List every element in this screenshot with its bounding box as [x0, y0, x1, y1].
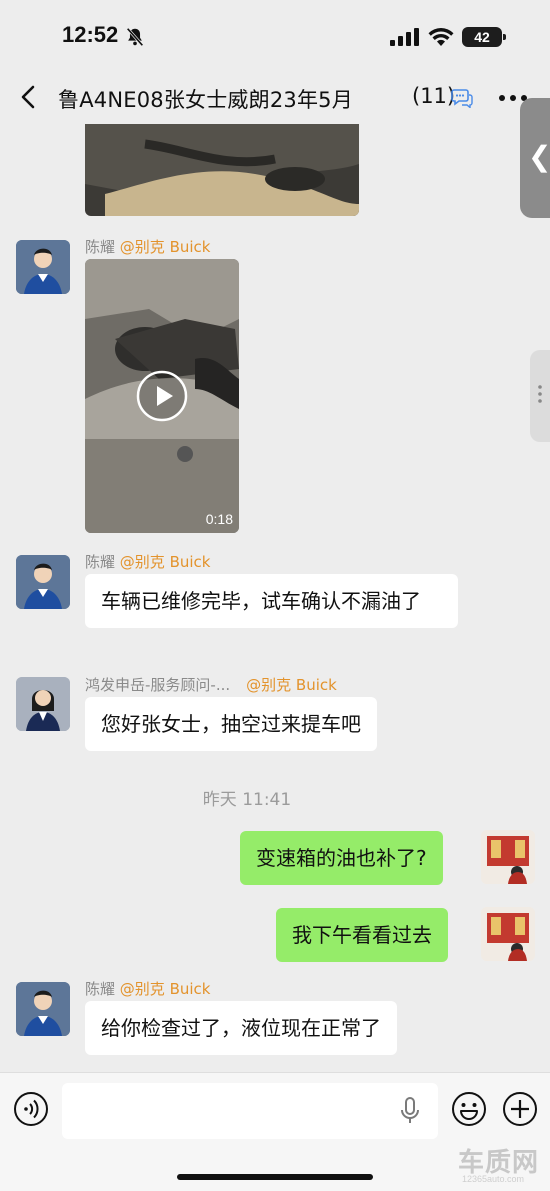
chat-bubbles-icon: [451, 89, 473, 108]
my-message-bubble[interactable]: 我下午看看过去: [276, 908, 448, 962]
sender-label: 鸿发申岳-服务顾问-...: [85, 676, 231, 694]
chat-header: 鲁A4NE08张女士威朗23年5月 (11): [0, 72, 550, 124]
sender-tag: @别克 Buick: [119, 238, 211, 256]
chevron-left-icon: ❮: [528, 140, 550, 173]
floating-dots-tab[interactable]: [530, 350, 550, 442]
sender-label: 陈耀: [85, 238, 116, 256]
floating-panel-tab[interactable]: ❮: [520, 98, 550, 218]
message-bubble[interactable]: 您好张女士，抽空过来提车吧: [85, 697, 377, 751]
my-avatar[interactable]: [481, 830, 535, 884]
sender-label: 陈耀: [85, 553, 116, 571]
signal-icon: [390, 28, 419, 46]
chat-title[interactable]: 鲁A4NE08张女士威朗23年5月: [58, 84, 353, 114]
back-icon[interactable]: [14, 82, 44, 112]
avatar[interactable]: [16, 555, 70, 609]
emoji-icon[interactable]: [451, 1091, 487, 1127]
home-indicator: [177, 1174, 373, 1180]
sender-tag: @别克 Buick: [246, 676, 337, 694]
video-message[interactable]: 0:18: [85, 259, 239, 533]
status-time: 12:52: [62, 22, 119, 47]
member-count: (11): [412, 84, 456, 108]
status-bar: 12:52 42: [0, 0, 550, 70]
voice-icon[interactable]: [13, 1091, 49, 1127]
message-bubble[interactable]: 给你检查过了，液位现在正常了: [85, 1001, 397, 1055]
vertical-dots-icon: [538, 385, 542, 403]
sender-tag: @别克 Buick: [119, 553, 211, 571]
photo-message[interactable]: [85, 124, 359, 216]
battery-icon: 42: [462, 27, 506, 47]
bell-off-icon: [126, 27, 144, 47]
engine-photo: [85, 124, 359, 216]
sender-tag: @别克 Buick: [119, 980, 211, 998]
video-duration: 0:18: [205, 511, 233, 527]
wifi-icon: [428, 27, 454, 46]
mic-icon[interactable]: [400, 1097, 420, 1125]
sender-name: 鸿发申岳-服务顾问-... @别克 Buick: [85, 674, 337, 695]
time-separator: 昨天 11:41: [202, 790, 292, 810]
sender-name: 陈耀 @别克 Buick: [85, 551, 210, 572]
message-bubble[interactable]: 车辆已维修完毕，试车确认不漏油了: [85, 574, 458, 628]
my-message-bubble[interactable]: 变速箱的油也补了?: [240, 831, 443, 885]
sender-name: 陈耀 @别克 Buick: [85, 978, 210, 999]
watermark-url: 12365auto.com: [462, 1174, 525, 1184]
plus-icon[interactable]: [502, 1091, 538, 1127]
sender-name: 陈耀 @别克 Buick: [85, 236, 210, 257]
play-icon[interactable]: [136, 370, 188, 422]
message-input[interactable]: [62, 1083, 438, 1139]
avatar[interactable]: [16, 982, 70, 1036]
sender-label: 陈耀: [85, 980, 116, 998]
avatar[interactable]: [16, 240, 70, 294]
avatar[interactable]: [16, 677, 70, 731]
my-avatar[interactable]: [481, 907, 535, 961]
